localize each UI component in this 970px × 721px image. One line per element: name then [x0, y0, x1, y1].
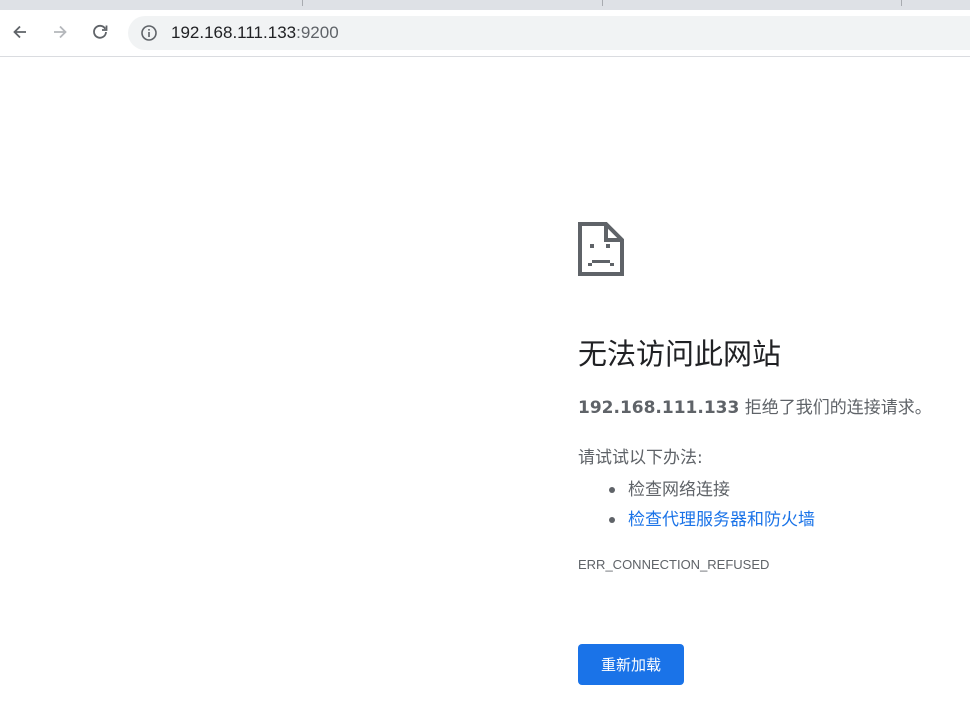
refresh-icon: [93, 24, 108, 39]
arrow-right-icon: [54, 25, 67, 39]
error-host: 192.168.111.133: [578, 398, 740, 418]
suggestions-intro: 请试试以下办法:: [578, 448, 703, 468]
reload-button[interactable]: [86, 18, 114, 46]
suggestion-check-network: 检查网络连接: [578, 475, 815, 505]
info-icon[interactable]: [140, 24, 158, 42]
browser-toolbar: 192.168.111.133:9200: [0, 10, 970, 57]
tab-separator: [302, 0, 303, 6]
url-port: :9200: [296, 23, 339, 42]
forward-button[interactable]: [46, 18, 74, 46]
tab-separator: [901, 0, 902, 6]
error-title: 无法访问此网站: [578, 337, 782, 371]
error-content: 无法访问此网站 192.168.111.133 拒绝了我们的连接请求。 请试试以…: [578, 222, 958, 685]
suggestions-list: 检查网络连接 检查代理服务器和防火墙: [578, 475, 815, 535]
address-bar[interactable]: 192.168.111.133:9200: [128, 16, 970, 50]
reload-page-button[interactable]: 重新加载: [578, 644, 684, 685]
suggestion-check-proxy-link[interactable]: 检查代理服务器和防火墙: [578, 505, 815, 535]
sad-document-icon: [578, 222, 624, 276]
tab-strip: [0, 0, 970, 10]
error-code: ERR_CONNECTION_REFUSED: [578, 557, 770, 572]
url-host: 192.168.111.133: [171, 23, 297, 42]
tab-separator: [602, 0, 603, 6]
arrow-left-icon: [13, 25, 26, 39]
back-button[interactable]: [6, 18, 34, 46]
error-description: 192.168.111.133 拒绝了我们的连接请求。: [578, 396, 932, 420]
address-url[interactable]: 192.168.111.133:9200: [171, 23, 339, 43]
error-description-text: 拒绝了我们的连接请求。: [739, 398, 932, 418]
